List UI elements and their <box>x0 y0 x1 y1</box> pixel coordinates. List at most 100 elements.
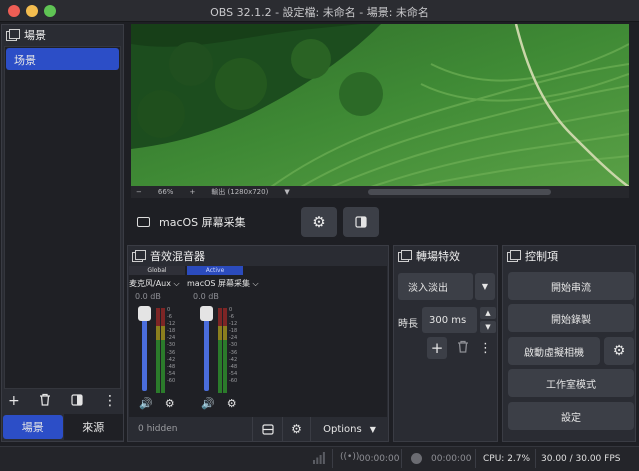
options-label: Options <box>323 423 362 435</box>
mixer-dock-title: 音效混音器 <box>150 249 205 263</box>
volume-fader-handle[interactable] <box>200 306 213 321</box>
channel-buttons: 🔊 ⚙ <box>139 397 175 410</box>
scene-filters-icon[interactable] <box>71 393 83 409</box>
stream-status-icon: ((•)) <box>340 452 360 462</box>
volume-fader-handle[interactable] <box>138 306 151 321</box>
undock-icon[interactable] <box>132 250 146 262</box>
more-icon[interactable]: ⋮ <box>479 341 492 356</box>
studio-mode-button[interactable]: 工作室模式 <box>508 369 634 397</box>
scenes-dock-title: 場景 <box>24 28 46 42</box>
level-meter <box>156 308 160 393</box>
more-icon[interactable]: ⋮ <box>103 393 117 409</box>
volume-fader[interactable] <box>204 311 209 391</box>
status-separator <box>535 449 536 468</box>
level-meter <box>218 308 222 393</box>
channel-name[interactable]: macOS 屏幕采集 ⌵ <box>187 278 259 289</box>
zoom-level: 66% <box>157 188 174 196</box>
mixer-settings-button[interactable]: ⚙ <box>282 417 310 441</box>
plus-icon: + <box>430 339 444 357</box>
controls-dock-header: 控制項 <box>503 246 635 265</box>
mixer-layout-button[interactable] <box>252 417 282 441</box>
audio-mixer-dock: 音效混音器 Global 麦克风/Aux ⌵ 0.0 dB 0 -6 -12 -18-… <box>127 245 389 442</box>
controls-dock: 控制項 開始串流 開始錄製 啟動虛擬相機 ⚙ 工作室模式 設定 <box>502 245 636 442</box>
zoom-out-button[interactable]: − <box>136 188 142 196</box>
source-properties-button[interactable]: ⚙ <box>301 207 337 237</box>
window-title: OBS 32.1.2 - 設定檔: 未命名 - 場景: 未命名 <box>210 6 429 19</box>
undock-icon[interactable] <box>6 29 20 41</box>
chevron-up-icon: ▲ <box>485 309 491 317</box>
mixer-channel: Global 麦克风/Aux ⌵ 0.0 dB 0 -6 -12 -18 -24 -30-… <box>129 266 185 418</box>
preview-scrollbar[interactable] <box>368 189 551 195</box>
duration-down-button[interactable]: ▼ <box>480 321 496 333</box>
remove-scene-icon[interactable] <box>39 393 51 409</box>
source-filters-button[interactable] <box>343 207 379 237</box>
duration-input[interactable]: 300 ms <box>422 307 477 333</box>
speaker-icon[interactable]: 🔊 <box>201 397 215 410</box>
status-bar: ((•)) 00:00:00 00:00:00 CPU: 2.7% 30.00 … <box>0 446 639 471</box>
scenes-toolbar: + ⋮ <box>2 390 123 412</box>
add-transition-button[interactable]: + <box>427 337 447 359</box>
mixer-dock-header: 音效混音器 <box>128 246 388 265</box>
volume-fader[interactable] <box>142 311 147 391</box>
channel-buttons: 🔊 ⚙ <box>201 397 237 410</box>
chevron-down-icon: ▼ <box>369 424 376 434</box>
transition-select[interactable]: 淡入淡出 <box>398 273 473 300</box>
status-separator <box>475 449 476 468</box>
scenes-dock-header: 場景 <box>2 25 123 44</box>
duration-up-button[interactable]: ▲ <box>480 307 496 319</box>
hidden-count: 0 hidden <box>138 424 178 434</box>
tab-sources[interactable]: 來源 <box>63 414 123 440</box>
scene-list[interactable]: 场景 <box>4 46 121 389</box>
title-bar: OBS 32.1.2 - 設定檔: 未命名 - 場景: 未命名 <box>0 0 639 22</box>
speaker-icon[interactable]: 🔊 <box>139 397 153 410</box>
level-meter <box>223 308 227 393</box>
mixer-channel: Active macOS 屏幕采集 ⌵ 0.0 dB 0 -6 -12 -18 -24-… <box>187 266 259 418</box>
transition-toolbar: + ⋮ <box>427 337 492 359</box>
scene-item[interactable]: 场景 <box>6 48 119 70</box>
output-resolution: 輸出 (1280x720) <box>211 188 269 196</box>
preview-canvas[interactable] <box>131 24 629 187</box>
controls-dock-title: 控制項 <box>525 249 558 263</box>
start-virtual-camera-button[interactable]: 啟動虛擬相機 <box>508 337 600 365</box>
virtual-camera-settings-button[interactable]: ⚙ <box>604 337 634 365</box>
zoom-in-button[interactable]: + <box>189 188 195 196</box>
mixer-channels: Global 麦克风/Aux ⌵ 0.0 dB 0 -6 -12 -18 -24 -30-… <box>129 266 387 417</box>
add-scene-icon[interactable]: + <box>8 393 20 409</box>
chevron-down-icon: ▼ <box>481 282 489 291</box>
undock-icon[interactable] <box>507 250 521 262</box>
stream-time: 00:00:00 <box>359 454 400 464</box>
channel-name[interactable]: 麦克风/Aux ⌵ <box>129 278 185 289</box>
meter-scale: 0 -6 -12 -18 -24 -30 -36 -42 -48 -54 -60 <box>167 307 176 384</box>
preview-image <box>131 24 629 187</box>
tab-scenes[interactable]: 場景 <box>3 415 63 439</box>
transitions-dock: 轉場特效 淡入淡出 ▼ 時長 300 ms ▲ ▼ + ⋮ <box>393 245 498 442</box>
gear-icon: ⚙ <box>291 422 302 436</box>
gear-icon: ⚙ <box>612 343 626 359</box>
advanced-audio-icon[interactable]: ⚙ <box>227 397 237 410</box>
channel-volume-db: 0.0 dB <box>135 292 161 301</box>
zoom-dropdown-icon[interactable]: ▼ <box>284 188 289 196</box>
transitions-dock-header: 轉場特效 <box>394 246 497 265</box>
cpu-usage: CPU: 2.7% <box>483 454 531 464</box>
start-recording-button[interactable]: 開始錄製 <box>508 304 634 332</box>
scenes-dock: 場景 场景 + ⋮ 場景 來源 <box>1 24 124 442</box>
advanced-audio-icon[interactable]: ⚙ <box>165 397 175 410</box>
undock-icon[interactable] <box>398 250 412 262</box>
gear-icon: ⚙ <box>312 213 326 231</box>
left-dock-tabs: 場景 來源 <box>2 414 123 440</box>
start-streaming-button[interactable]: 開始串流 <box>508 272 634 300</box>
remove-transition-icon[interactable] <box>457 340 469 356</box>
source-name: macOS 屏幕采集 <box>159 215 246 229</box>
monitor-icon <box>137 216 150 227</box>
mixer-options-button[interactable]: Options ▼ <box>310 417 388 441</box>
transition-select-arrow[interactable]: ▼ <box>475 273 495 300</box>
meter-scale: 0 -6 -12 -18 -24 -30 -36 -42 -48 -54 -60 <box>229 307 238 384</box>
record-status-icon <box>411 453 422 464</box>
channel-header: Global <box>129 266 185 275</box>
filters-icon <box>355 216 367 228</box>
transitions-dock-title: 轉場特效 <box>416 249 460 263</box>
channel-header: Active <box>187 266 243 275</box>
duration-label: 時長 <box>398 319 418 330</box>
settings-button[interactable]: 設定 <box>508 402 634 430</box>
status-separator <box>401 449 402 468</box>
